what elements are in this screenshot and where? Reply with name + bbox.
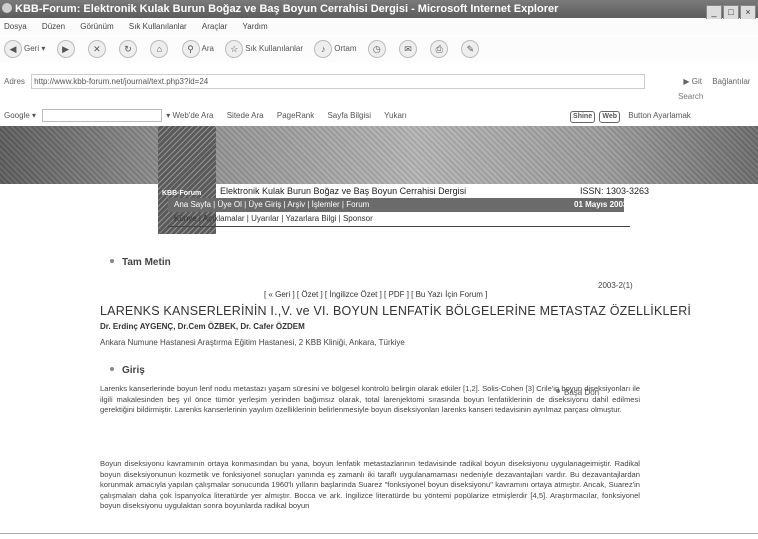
address-bar: Adres http://www.kbb-forum.net/journal/t…: [0, 74, 758, 90]
search-button[interactable]: ⚲ Ara: [181, 36, 214, 62]
mail-button[interactable]: ✉: [398, 36, 419, 62]
shine-button[interactable]: Shine: [570, 111, 596, 123]
star-icon: ☆: [225, 39, 244, 58]
stop-icon: ✕: [87, 39, 106, 58]
page-info-button[interactable]: Sayfa Bilgisi: [327, 111, 371, 120]
maximize-icon[interactable]: □: [723, 5, 739, 20]
article-affiliation: Ankara Numune Hastanesi Araştırma Eğitim…: [100, 338, 405, 347]
back-button[interactable]: ◀ Geri ▾: [4, 36, 45, 62]
issue-label: 2003-2(1): [598, 281, 633, 290]
web-search-button[interactable]: Web'de Ara: [173, 111, 214, 120]
site-search-button[interactable]: Sitede Ara: [227, 111, 264, 120]
go-button[interactable]: ▶ Git: [683, 74, 702, 90]
print-button[interactable]: ⎙: [430, 36, 450, 62]
window-title-bar[interactable]: KBB-Forum: Elektronik Kulak Burun Boğaz …: [0, 0, 758, 18]
history-icon: ◷: [367, 39, 386, 58]
home-icon: ⌂: [150, 39, 169, 58]
back-arrow-icon: ◀: [4, 39, 22, 58]
edit-button[interactable]: ✎: [461, 36, 481, 62]
article-title: LARENKS KANSERLERİNİN I.,V. ve VI. BOYUN…: [100, 304, 692, 318]
issn-label: ISSN: 1303-3263: [580, 186, 650, 196]
section-heading-fulltext: Tam Metin: [110, 257, 171, 268]
links-label[interactable]: Bağlantılar: [712, 77, 750, 86]
refresh-button[interactable]: ↻: [119, 36, 139, 62]
sub-nav[interactable]: Künye | Açıklamalar | Uyarılar | Yazarla…: [168, 212, 630, 227]
menu-item-edit[interactable]: Düzen: [42, 22, 65, 31]
media-icon: ♪: [314, 39, 333, 58]
refresh-icon: ↻: [119, 39, 138, 58]
main-nav[interactable]: Ana Sayfa | Üye Ol | Üye Giriş | Arşiv |…: [168, 198, 624, 212]
menu-item-favorites[interactable]: Sık Kullanılanlar: [129, 22, 187, 31]
stop-button[interactable]: ✕: [87, 36, 108, 62]
history-button[interactable]: ◷: [367, 36, 388, 62]
menu-item-help[interactable]: Yardım: [243, 22, 268, 31]
home-button[interactable]: ⌂: [150, 36, 170, 62]
close-icon[interactable]: ×: [740, 5, 756, 20]
forward-button[interactable]: ▶: [56, 36, 77, 62]
forward-arrow-icon: ▶: [56, 39, 75, 58]
web-button[interactable]: Web: [599, 111, 620, 123]
up-button[interactable]: Yukarı: [384, 111, 407, 120]
standard-toolbar: ◀ Geri ▾ ▶ ✕ ↻ ⌂ ⚲ Ara ☆ Sık Kullanılanlar …: [0, 36, 758, 62]
mail-icon: ✉: [398, 39, 417, 58]
bullet-icon: [110, 259, 114, 263]
ie-logo-icon: [2, 3, 12, 13]
status-divider: [0, 533, 758, 534]
printer-icon: ⎙: [430, 39, 449, 58]
favorites-button[interactable]: ☆ Sık Kullanılanlar: [225, 36, 303, 62]
bullet-icon: [110, 367, 114, 371]
edit-icon: ✎: [461, 39, 480, 58]
site-banner: [0, 126, 758, 184]
site-date: 01 Mayıs 2003: [574, 200, 628, 209]
url-input[interactable]: http://www.kbb-forum.net/journal/text.ph…: [31, 74, 646, 90]
menu-bar: Dosya Düzen Görünüm Sık Kullanılanlar Ar…: [0, 19, 758, 35]
menu-item-tools[interactable]: Araçlar: [202, 22, 227, 31]
address-label: Adres: [4, 77, 25, 86]
google-logo[interactable]: Google: [4, 111, 30, 120]
article-nav-links[interactable]: [ « Geri ] [ Özet ] [ İngilizce Özet ] […: [264, 290, 487, 299]
google-toolbar: Google ▾ ▾ Web'de Ara Sitede Ara PageRan…: [0, 108, 758, 124]
logo-text: KBB-Forum: [162, 190, 202, 197]
media-button[interactable]: ♪ Ortam: [314, 36, 357, 62]
search-label: Search: [678, 92, 704, 101]
search-icon: ⚲: [181, 39, 200, 58]
pagerank-indicator[interactable]: PageRank: [277, 111, 314, 120]
menu-item-file[interactable]: Dosya: [4, 22, 27, 31]
article-authors: Dr. Erdinç AYGENÇ, Dr.Cem ÖZBEK, Dr. Caf…: [100, 322, 305, 331]
journal-title: Elektronik Kulak Burun Boğaz ve Baş Boyu…: [216, 184, 612, 198]
button-settings-link[interactable]: Button Ayarlamak: [628, 111, 691, 120]
minimize-icon[interactable]: _: [706, 5, 722, 20]
section-heading-intro: Giriş: [110, 365, 145, 376]
google-search-input[interactable]: [42, 109, 163, 123]
menu-item-view[interactable]: Görünüm: [80, 22, 113, 31]
paragraph-1: Larenks kanserlerinde boyun lenf nodu me…: [100, 384, 640, 415]
paragraph-2: Boyun diseksiyonu kavramının ortaya konm…: [100, 459, 640, 511]
window-controls: _ □ ×: [705, 2, 756, 20]
window-title: KBB-Forum: Elektronik Kulak Burun Boğaz …: [15, 3, 559, 15]
